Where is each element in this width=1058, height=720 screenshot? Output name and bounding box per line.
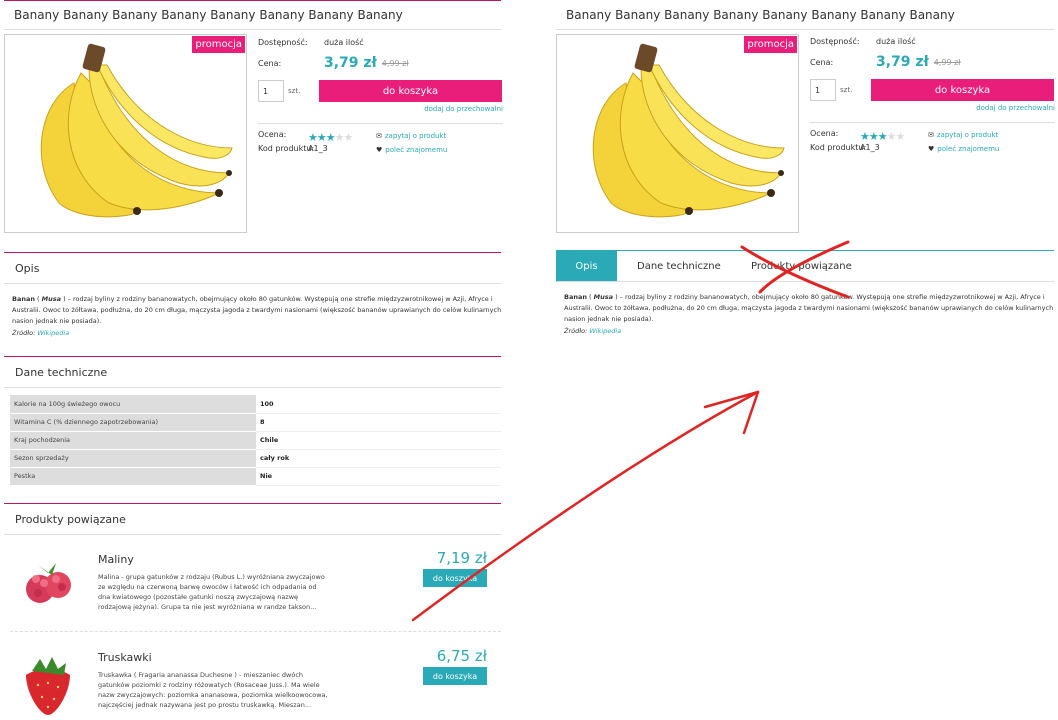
divider: [10, 631, 501, 632]
wikipedia-link[interactable]: Wikipedia: [37, 329, 69, 337]
envelope-icon: ✉: [928, 131, 934, 139]
tab-produkty-powiazane[interactable]: Produkty powiązane: [751, 251, 852, 281]
promo-badge: promocja: [744, 36, 797, 53]
product-title: Banany Banany Banany Banany Banany Banan…: [4, 0, 501, 30]
add-to-cart-button[interactable]: do koszyka: [871, 79, 1054, 101]
old-price: 4,99 zł: [933, 57, 961, 67]
product-title: Banany Banany Banany Banany Banany Banan…: [556, 0, 1054, 30]
quantity-input[interactable]: 1: [258, 80, 284, 102]
proposed-layout-panel: Banany Banany Banany Banany Banany Banan…: [556, 0, 1055, 335]
availability-value: duża ilość: [876, 36, 916, 46]
add-to-storage-link[interactable]: dodaj do przechowalni: [810, 104, 1055, 112]
banana-image: [40, 43, 233, 218]
heart-icon: ♥: [928, 145, 935, 153]
heart-icon: ♥: [376, 146, 383, 154]
price: 3,79 zł: [324, 55, 377, 71]
tech-section-title: Dane techniczne: [4, 356, 501, 388]
related-product-description: Malina - grupa gatunków z rodzaju (Rubus…: [98, 573, 325, 611]
rating-label: Ocena:: [810, 129, 839, 138]
table-row: Kraj pochodzenia Chile: [10, 431, 501, 450]
old-price: 4,99 zł: [381, 58, 409, 68]
tab-bar: Opis Dane techniczne Produkty powiązane: [556, 250, 1054, 282]
banana-image: [592, 43, 785, 218]
related-product-price: 6,75 zł: [436, 647, 487, 665]
add-to-cart-button[interactable]: do koszyka: [319, 80, 502, 102]
description-source: Źródło: Wikipedia: [564, 327, 622, 335]
availability-label: Dostępność:: [258, 37, 308, 47]
envelope-icon: ✉: [376, 132, 382, 140]
recommend-link[interactable]: ♥ poleć znajomemu: [928, 145, 999, 153]
code-value: A1_3: [860, 143, 880, 152]
tab-opis[interactable]: Opis: [556, 251, 617, 281]
rating-stars: ★★★★★: [860, 130, 905, 143]
related-product-description: Truskawka ( Fragaria ananassa Duchesne )…: [98, 671, 328, 709]
code-label: Kod produktu:: [258, 144, 315, 153]
related-add-to-cart-button[interactable]: do koszyka: [423, 667, 487, 685]
description-text: Banan ( Musa ) – rodzaj byliny z rodziny…: [564, 293, 1054, 323]
add-to-storage-link[interactable]: dodaj do przechowalni: [258, 105, 503, 113]
divider: [258, 123, 503, 124]
table-row: Witamina C (% dziennego zapotrzebowania)…: [10, 413, 501, 432]
description-text: Banan ( Musa ) – rodzaj byliny z rodziny…: [12, 295, 502, 325]
tech-table: Kalorie na 100g świeżego owocu 100 Witami…: [10, 395, 501, 486]
related-product-maliny: Maliny Malina - grupa gatunków z rodzaju…: [4, 549, 501, 643]
ask-about-product-link[interactable]: ✉ zapytaj o produkt: [928, 131, 998, 139]
promo-badge: promocja: [192, 36, 245, 53]
current-layout-panel: Banany Banany Banany Banany Banany Banan…: [4, 0, 503, 715]
divider: [810, 122, 1055, 123]
related-product-name[interactable]: Maliny: [98, 553, 134, 566]
product-photo[interactable]: promocja: [4, 34, 247, 233]
product-info: Dostępność: duża ilość Cena: 3,79 zł 4,9…: [810, 33, 1055, 157]
wikipedia-link[interactable]: Wikipedia: [589, 327, 621, 335]
table-row: Sezon sprzedaży cały rok: [10, 449, 501, 468]
strawberry-image: [26, 657, 70, 715]
related-product-truskawki: Truskawki Truskawka ( Fragaria ananassa …: [4, 647, 501, 720]
quantity-input[interactable]: 1: [810, 79, 836, 101]
rating-stars: ★★★★★: [308, 131, 353, 144]
tab-dane-techniczne[interactable]: Dane techniczne: [637, 251, 721, 281]
availability-value: duża ilość: [324, 37, 364, 47]
ask-about-product-link[interactable]: ✉ zapytaj o produkt: [376, 132, 446, 140]
related-product-name[interactable]: Truskawki: [98, 651, 152, 664]
quantity-unit: szt.: [288, 87, 301, 95]
related-product-price: 7,19 zł: [436, 549, 487, 567]
table-row: Kalorie na 100g świeżego owocu 100: [10, 395, 501, 414]
price-label: Cena:: [258, 58, 282, 68]
description-source: Źródło: Wikipedia: [12, 329, 70, 337]
raspberry-image: [26, 563, 71, 603]
table-row: Pestka Nie: [10, 467, 501, 486]
related-add-to-cart-button[interactable]: do koszyka: [423, 569, 487, 587]
rating-label: Ocena:: [258, 130, 287, 139]
related-section-title: Produkty powiązane: [4, 503, 501, 535]
description-section-title: Opis: [4, 252, 501, 284]
availability-label: Dostępność:: [810, 36, 860, 46]
code-label: Kod produktu:: [810, 143, 867, 152]
recommend-link[interactable]: ♥ poleć znajomemu: [376, 146, 447, 154]
code-value: A1_3: [308, 144, 328, 153]
product-info: Dostępność: duża ilość Cena: 3,79 zł 4,9…: [258, 34, 503, 158]
product-photo[interactable]: promocja: [556, 34, 799, 233]
price-label: Cena:: [810, 57, 834, 67]
price: 3,79 zł: [876, 54, 929, 70]
quantity-unit: szt.: [840, 86, 853, 94]
